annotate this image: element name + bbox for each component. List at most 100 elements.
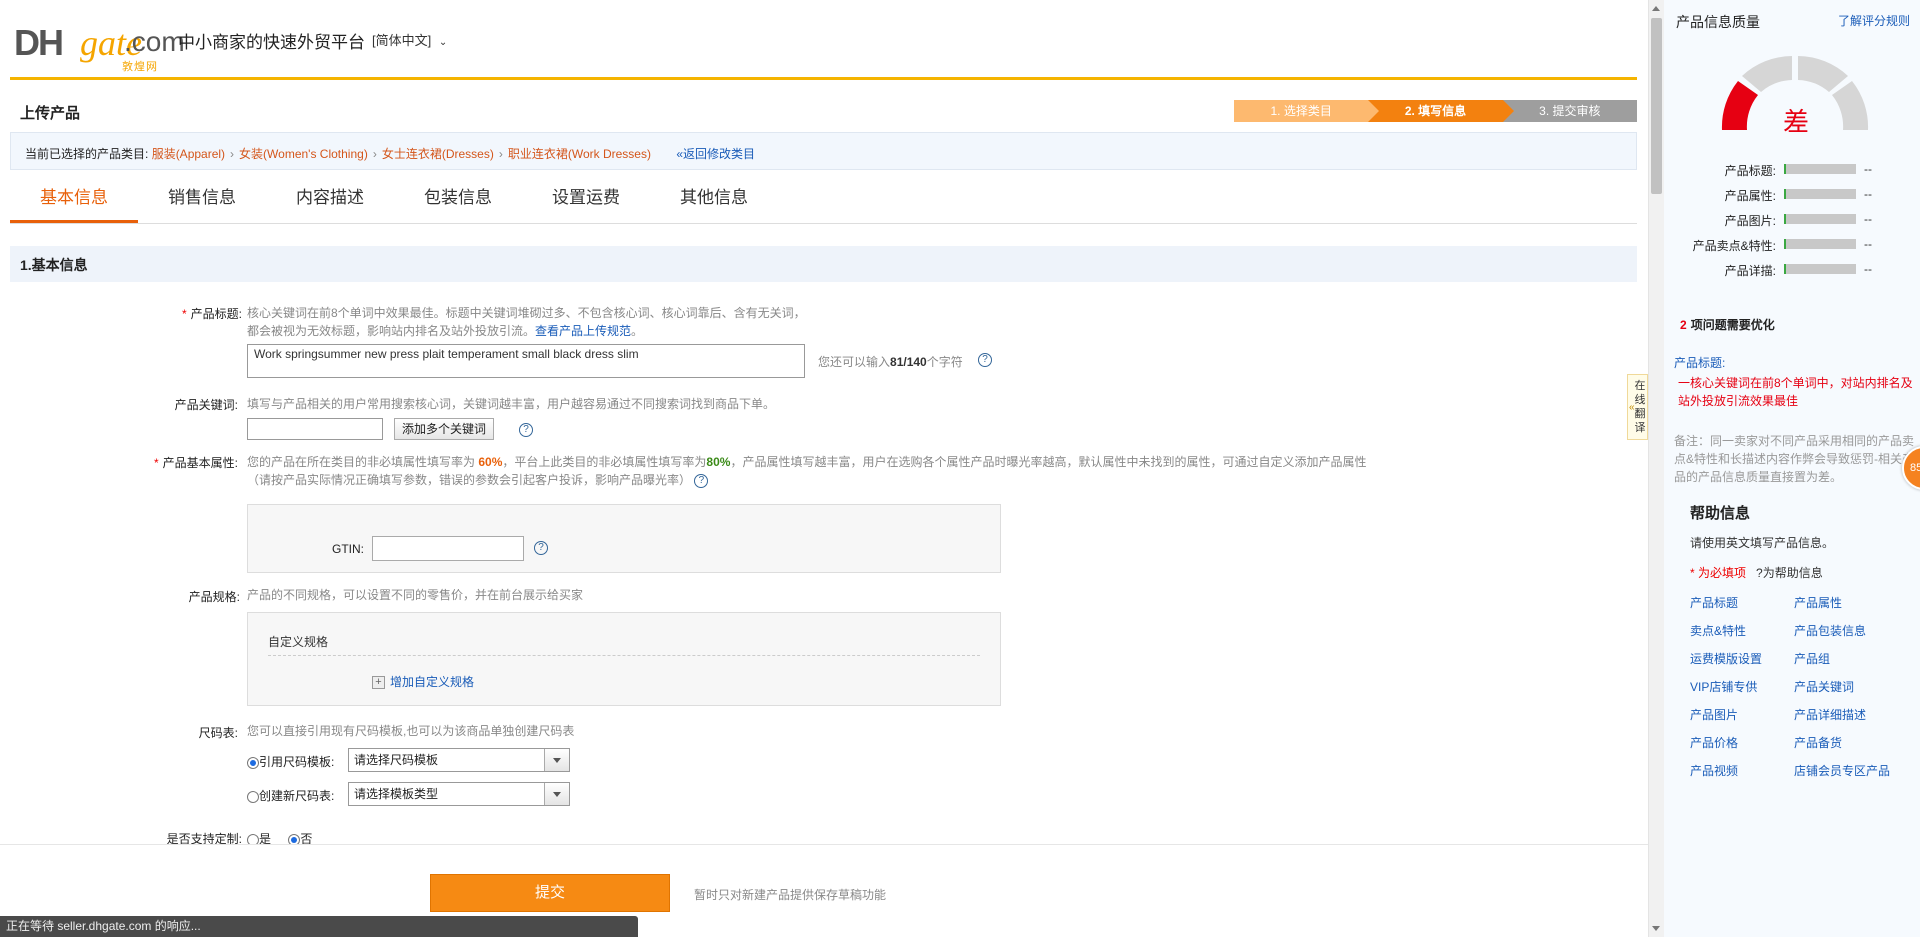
logo-com: .com: [124, 26, 185, 57]
metric-label: 产品卖点&特性:: [1692, 239, 1776, 253]
help-link[interactable]: 产品价格: [1690, 734, 1794, 752]
category-breadcrumb: 当前已选择的产品类目: 服装(Apparel) › 女装(Women's Cloth…: [10, 132, 1637, 170]
metric-bar: [1784, 164, 1856, 174]
language-selector[interactable]: [简体中文] ⌄: [372, 30, 447, 49]
site-slogan: 中小商家的快速外贸平台: [178, 33, 365, 52]
issues-summary: 2 项问题需要优化: [1680, 316, 1779, 333]
dhgate-logo[interactable]: DH gate .com 敦煌网: [14, 18, 185, 73]
metric-label: 产品图片:: [1724, 214, 1776, 228]
chevron-right-icon: ›: [372, 147, 377, 161]
size-chart-hint: 您可以直接引用现有尺码模板,也可以为该商品单独创建尺码表: [247, 724, 575, 738]
scroll-thumb[interactable]: [1651, 18, 1662, 194]
logo-dh: DH: [14, 22, 64, 63]
metric-title: 产品标题: --: [1664, 162, 1920, 180]
add-custom-spec-button[interactable]: + 增加自定义规格: [372, 673, 474, 690]
submit-button[interactable]: 提交: [430, 874, 670, 912]
required-marker: *: [181, 307, 187, 321]
metric-value: --: [1864, 187, 1872, 201]
title-label: * 产品标题:: [92, 305, 242, 322]
help-link[interactable]: 产品组: [1794, 650, 1910, 668]
step-submit-review: 3. 提交审核: [1502, 100, 1637, 122]
category-apparel[interactable]: 服装(Apparel): [152, 147, 225, 161]
metric-value: --: [1864, 237, 1872, 251]
gauge-segment-poor: [1721, 81, 1758, 130]
dropdown-arrow-icon[interactable]: [544, 749, 569, 771]
help-link[interactable]: 运费模版设置: [1690, 650, 1794, 668]
help-link[interactable]: 产品标题: [1690, 594, 1794, 612]
new-size-chart-option[interactable]: 创建新尺码表:: [247, 787, 334, 804]
site-header: DH gate .com 敦煌网 中小商家的快速外贸平台 [简体中文] ⌄: [10, 0, 1637, 80]
back-to-category-link[interactable]: «返回修改类目: [676, 147, 755, 161]
attr-hint-d: （请按产品实际情况正确填写参数，错误的参数会引起客户投诉，影响产品曝光率）: [247, 473, 692, 487]
help-icon[interactable]: ?: [519, 423, 533, 437]
gauge-segment-excellent: [1832, 81, 1869, 130]
help-icon[interactable]: ?: [534, 541, 548, 555]
scroll-up-icon[interactable]: [1652, 6, 1660, 11]
scoring-rules-link[interactable]: 了解评分规则: [1838, 12, 1910, 29]
help-link[interactable]: 产品备货: [1794, 734, 1910, 752]
page-scrollbar[interactable]: [1648, 0, 1664, 937]
help-link[interactable]: 店铺会员专区产品: [1794, 762, 1910, 780]
title-hint: 核心关键词在前8个单词中效果最佳。标题中关键词堆砌过多、不包含核心词、核心词靠后…: [247, 304, 806, 340]
help-link[interactable]: 产品详细描述: [1794, 706, 1910, 724]
tab-content-description[interactable]: 内容描述: [266, 176, 394, 223]
quality-grade: 差: [1782, 107, 1809, 137]
draft-note: 暂时只对新建产品提供保存草稿功能: [694, 888, 887, 902]
title-count-pre: 您还可以输入: [818, 355, 891, 369]
spec-panel: 自定义规格 + 增加自定义规格: [247, 612, 1001, 706]
size-opt1-label: 引用尺码模板:: [259, 755, 335, 769]
attributes-panel: GTIN: ?: [247, 504, 1001, 573]
size-template-select[interactable]: 请选择尺码模板: [348, 748, 570, 772]
online-translate-tab[interactable]: « 在线翻译: [1627, 374, 1648, 440]
help-icon[interactable]: ?: [978, 353, 992, 367]
category-dresses[interactable]: 女士连衣裙(Dresses): [382, 147, 494, 161]
category-womens-clothing[interactable]: 女装(Women's Clothing): [239, 147, 368, 161]
template-type-select[interactable]: 请选择模板类型: [348, 782, 570, 806]
title-count-post: 个字符: [926, 355, 963, 369]
help-link[interactable]: 产品关键词: [1794, 678, 1910, 696]
radio-create-new[interactable]: [247, 790, 259, 803]
custom-spec-title: 自定义规格: [268, 635, 329, 649]
help-link[interactable]: 卖点&特性: [1690, 622, 1794, 640]
metric-selling-points: 产品卖点&特性: --: [1664, 237, 1920, 255]
help-link[interactable]: VIP店铺专供: [1690, 678, 1794, 696]
category-work-dresses[interactable]: 职业连衣裙(Work Dresses): [508, 147, 651, 161]
template-type-value: 请选择模板类型: [354, 787, 439, 801]
keyword-label: 产品关键词:: [174, 398, 238, 412]
title-hint-line1: 核心关键词在前8个单词中效果最佳。标题中关键词堆砌过多、不包含核心词、核心词靠后…: [247, 306, 806, 320]
help-link[interactable]: 产品视频: [1690, 762, 1794, 780]
main-content: DH gate .com 敦煌网 中小商家的快速外贸平台 [简体中文] ⌄ 上传…: [0, 0, 1648, 937]
metric-value: --: [1864, 262, 1872, 276]
issue-description: 一核心关键词在前8个单词中，对站内排名及站外投放引流效果最佳: [1678, 376, 1913, 408]
tab-shipping[interactable]: 设置运费: [522, 176, 650, 223]
quality-remark: 备注：同一卖家对不同产品采用相同的产品卖点&特性和长描述内容作弊会导致惩罚-相关…: [1674, 434, 1915, 484]
tab-packaging-info[interactable]: 包装信息: [394, 176, 522, 223]
upload-rules-link[interactable]: 查看产品上传规范: [535, 324, 631, 338]
keyword-input[interactable]: [247, 418, 383, 440]
metric-attributes: 产品属性: --: [1664, 187, 1920, 205]
tab-other-info[interactable]: 其他信息: [650, 176, 778, 223]
title-hint-line2: 都会被视为无效标题，影响站内排名及站外投放引流。: [247, 324, 536, 338]
help-link[interactable]: 产品图片: [1690, 706, 1794, 724]
keyword-hint: 填写与产品相关的用户常用搜索核心词，关键词越丰富，用户越容易通过不同搜索词找到商…: [247, 397, 776, 411]
product-title-input[interactable]: Work springsummer new press plait temper…: [247, 344, 805, 378]
divider: [268, 655, 980, 656]
help-link[interactable]: 产品属性: [1794, 594, 1910, 612]
gtin-input[interactable]: [372, 536, 524, 561]
help-link[interactable]: 产品包装信息: [1794, 622, 1910, 640]
size-template-option[interactable]: 引用尺码模板:: [247, 753, 334, 770]
add-keywords-button[interactable]: 添加多个关键词: [394, 418, 495, 440]
radio-use-template[interactable]: [247, 756, 259, 769]
metric-value: --: [1864, 212, 1872, 226]
tab-sales-info[interactable]: 销售信息: [138, 176, 266, 223]
scroll-down-icon[interactable]: [1652, 926, 1660, 931]
tab-basic-info[interactable]: 基本信息: [10, 176, 138, 223]
plus-icon: +: [372, 676, 385, 690]
help-icon[interactable]: ?: [694, 473, 709, 488]
metric-label: 产品详描:: [1724, 264, 1776, 278]
dropdown-arrow-icon[interactable]: [544, 783, 569, 805]
metric-description: 产品详描: --: [1664, 262, 1920, 280]
spec-label: 产品规格:: [188, 590, 240, 604]
help-note: 请使用英文填写产品信息。: [1690, 536, 1835, 550]
issue-title-link[interactable]: 产品标题:: [1674, 354, 1725, 371]
